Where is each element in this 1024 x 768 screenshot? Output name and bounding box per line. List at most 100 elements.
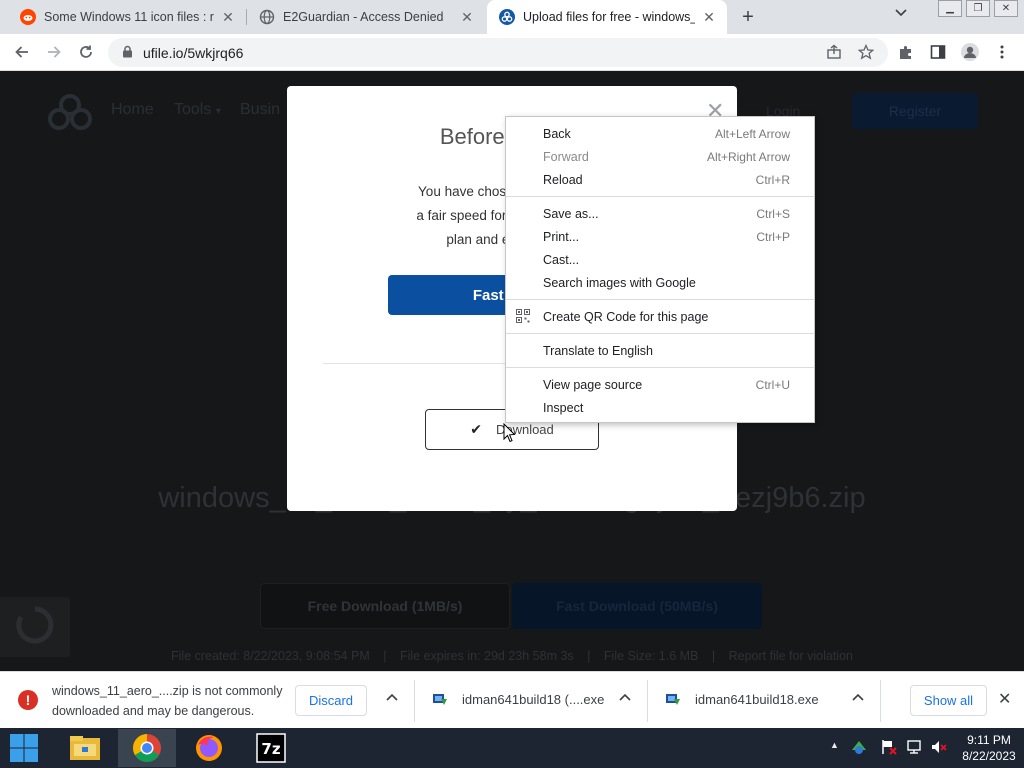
ctx-back[interactable]: Back Alt+Left Arrow [506,122,814,145]
window-controls: ▁ ❐ ✕ [934,0,1018,18]
ctx-cast[interactable]: Cast... [506,248,814,271]
window-close-button[interactable]: ✕ [994,0,1018,17]
url-text: ufile.io/5wkjrq66 [143,44,244,61]
network-icon[interactable] [905,738,923,759]
ctx-separator [506,367,814,368]
chevron-up-icon[interactable] [619,690,631,704]
recaptcha-badge[interactable] [0,597,70,657]
clock-time: 9:11 PM [967,733,1011,747]
tab-e2guardian[interactable]: E2Guardian - Access Denied ✕ [247,0,485,34]
ctx-label: Print... [543,229,580,244]
fast-download-button[interactable]: Fast Download (50MB/s) [512,583,762,629]
tray-flag-icon[interactable] [880,738,898,759]
shelf-separator [647,680,648,722]
ufile-logo-icon[interactable] [46,94,94,133]
ctx-shortcut: Alt+Left Arrow [714,126,790,141]
ctx-shortcut: Ctrl+R [755,172,790,187]
nav-business[interactable]: Busin [240,101,280,119]
tab-search-chevron-icon[interactable] [895,6,907,20]
ctx-label: Create QR Code for this page [543,309,709,324]
ctx-label: Forward [543,149,589,164]
extensions-puzzle-icon[interactable] [895,41,917,63]
ctx-shortcut: Ctrl+P [756,229,790,244]
download-item[interactable]: idman641build18 (....exe [432,691,604,707]
register-button[interactable]: Register [852,93,978,129]
windows-taskbar: 7z ▲ 9:11 PM 8/22/2023 [0,728,1024,768]
ctx-view-source[interactable]: View page source Ctrl+U [506,373,814,396]
nav-tools-label: Tools [174,101,212,118]
ctx-reload[interactable]: Reload Ctrl+R [506,168,814,191]
tab-title: Upload files for free - windows_1 [523,10,695,24]
ctx-label: Search images with Google [543,275,696,290]
chevron-up-icon[interactable] [386,690,398,704]
chrome-icon[interactable] [118,729,176,767]
ufile-icon [499,9,515,25]
file-meta: File created: 8/22/2023, 9:08:54 PM | Fi… [171,649,853,663]
checkmark-icon: ✔ [470,421,482,437]
ctx-print[interactable]: Print... Ctrl+P [506,225,814,248]
tab-strip: Some Windows 11 icon files : r/W ✕ E2Gua… [0,0,1024,34]
tab-ufile[interactable]: Upload files for free - windows_1 ✕ [487,0,727,34]
ctx-search-images[interactable]: Search images with Google [506,271,814,294]
share-icon[interactable] [823,41,845,63]
downloads-shelf: ! windows_11_aero_....zip is not commonl… [0,671,1024,728]
address-bar[interactable]: ufile.io/5wkjrq66 [108,38,888,67]
file-explorer-icon[interactable] [56,729,114,767]
shelf-separator [414,680,415,722]
side-panel-icon[interactable] [927,41,949,63]
ctx-separator [506,333,814,334]
svg-text:7z: 7z [261,740,280,758]
tab-close-icon[interactable]: ✕ [701,9,717,26]
volume-muted-icon[interactable] [930,738,948,759]
download-item[interactable]: idman641build18.exe [665,691,819,707]
chrome-menu-icon[interactable] [991,41,1013,63]
ctx-save-as[interactable]: Save as... Ctrl+S [506,202,814,225]
chevron-down-icon: ▾ [215,106,221,117]
installer-exe-icon [432,691,448,707]
bookmark-star-icon[interactable] [855,41,877,63]
ctx-label: Cast... [543,252,580,267]
report-link[interactable]: Report file for violation [729,649,853,663]
tab-reddit[interactable]: Some Windows 11 icon files : r/W ✕ [8,0,246,34]
nav-tools[interactable]: Tools ▾ [174,101,221,119]
ctx-inspect[interactable]: Inspect [506,396,814,419]
7zip-icon[interactable]: 7z [242,729,300,767]
lock-icon[interactable] [122,45,133,61]
warning-line: downloaded and may be dangerous. [52,704,255,718]
firefox-icon[interactable] [180,729,238,767]
new-tab-button[interactable]: + [736,4,760,30]
discard-button[interactable]: Discard [295,685,367,716]
forward-arrow-icon[interactable] [43,41,65,63]
ctx-forward[interactable]: Forward Alt+Right Arrow [506,145,814,168]
free-download-button[interactable]: Free Download (1MB/s) [260,583,510,629]
warning-line: windows_11_aero_....zip is not commonly [52,684,283,698]
tab-title: Some Windows 11 icon files : r/W [44,10,214,24]
tray-overflow-chevron-icon[interactable]: ▲ [830,740,839,750]
tab-close-icon[interactable]: ✕ [220,9,236,26]
clock-date: 8/22/2023 [962,749,1016,763]
ctx-create-qr[interactable]: Create QR Code for this page [506,305,814,328]
installer-exe-icon [665,691,681,707]
minimize-button[interactable]: ▁ [938,0,962,17]
tray-app-icon[interactable] [850,738,868,759]
tab-close-icon[interactable]: ✕ [459,9,475,26]
chevron-up-icon[interactable] [852,690,864,704]
profile-avatar-icon[interactable] [959,41,981,63]
download-filename: idman641build18.exe [695,691,819,707]
context-menu: Back Alt+Left Arrow Forward Alt+Right Arro… [505,116,815,423]
shelf-close-icon[interactable]: ✕ [998,689,1011,709]
file-created: File created: 8/22/2023, 9:08:54 PM [171,649,370,663]
reload-icon[interactable] [75,41,97,63]
ctx-translate[interactable]: Translate to English [506,339,814,362]
show-all-button[interactable]: Show all [910,685,987,716]
file-expires: File expires in: 29d 23h 58m 3s [399,649,574,663]
nav-home[interactable]: Home [111,101,154,119]
start-windows-icon[interactable] [0,729,48,767]
ctx-label: Save as... [543,206,599,221]
qr-code-icon [516,309,530,323]
system-clock[interactable]: 9:11 PM 8/22/2023 [958,732,1020,764]
tab-title: E2Guardian - Access Denied [283,10,444,24]
download-warning: windows_11_aero_....zip is not commonly … [52,681,292,721]
restore-button[interactable]: ❐ [966,0,990,17]
back-arrow-icon[interactable] [11,41,33,63]
